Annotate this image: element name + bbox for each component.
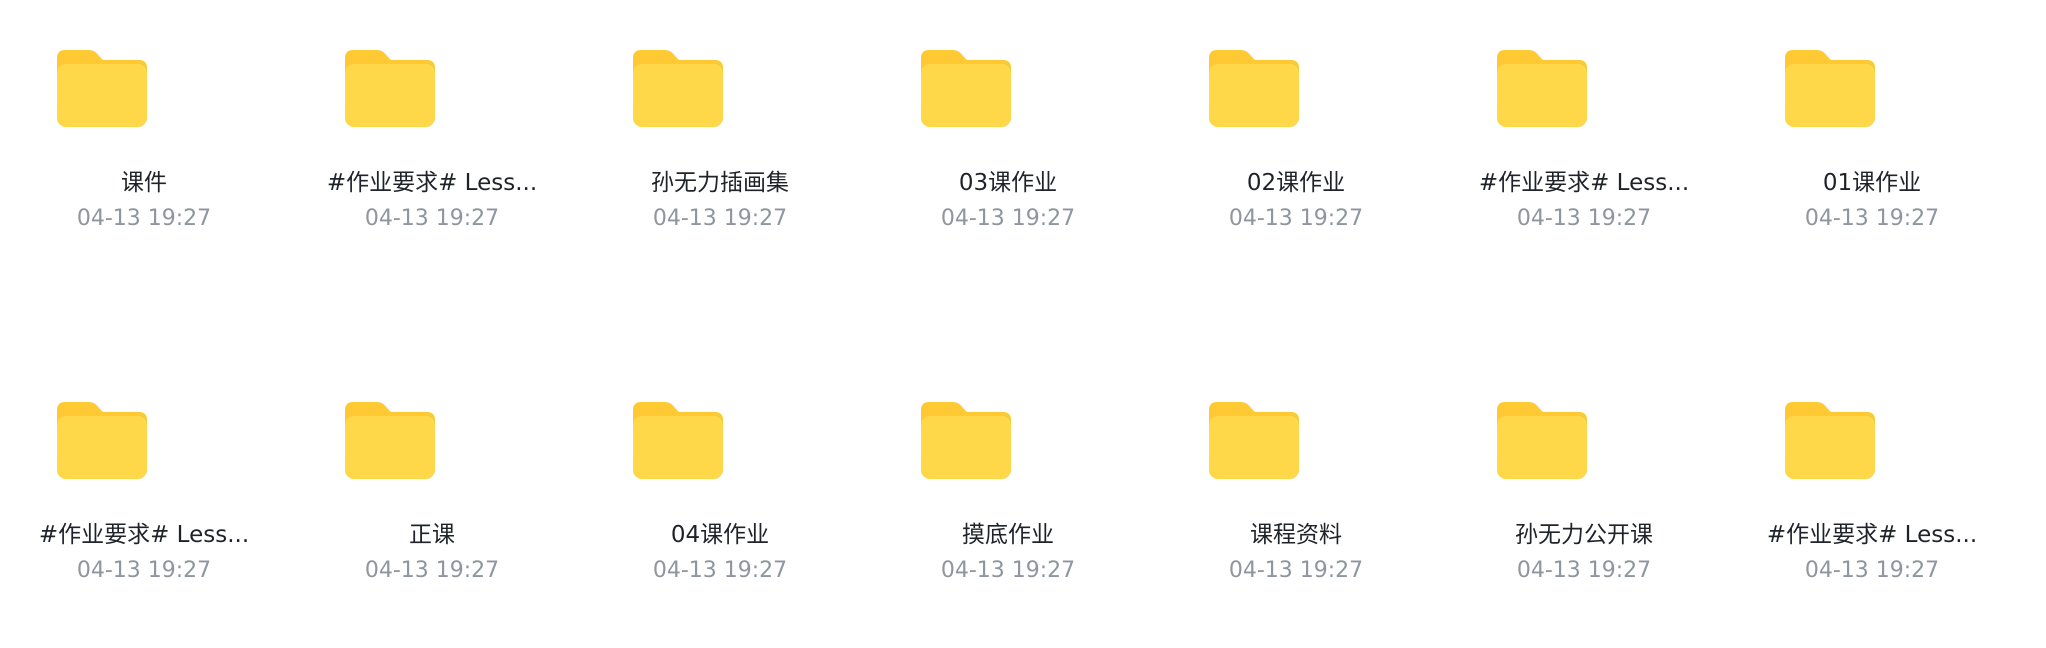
folder-time: 04-13 19:27 bbox=[364, 206, 500, 231]
folder-icon bbox=[57, 400, 147, 480]
folder-time: 04-13 19:27 bbox=[76, 206, 212, 231]
folder-name: 孙无力插画集 bbox=[651, 170, 789, 196]
folder-name: #作业要求# Less... bbox=[38, 522, 250, 548]
folder-name: 课件 bbox=[121, 170, 167, 196]
folder-icon bbox=[921, 400, 1011, 480]
folder-item[interactable]: 01课作业 04-13 19:27 bbox=[1728, 0, 2016, 231]
folder-name: 课程资料 bbox=[1250, 522, 1342, 548]
folder-time: 04-13 19:27 bbox=[652, 206, 788, 231]
folder-icon bbox=[1785, 400, 1875, 480]
folder-name: 02课作业 bbox=[1246, 170, 1346, 196]
folder-icon bbox=[1785, 48, 1875, 128]
folder-name: #作业要求# Less... bbox=[326, 170, 538, 196]
folder-name: 摸底作业 bbox=[962, 522, 1054, 548]
folder-icon bbox=[633, 48, 723, 128]
folder-name: 孙无力公开课 bbox=[1515, 522, 1653, 548]
folder-icon bbox=[921, 48, 1011, 128]
folder-name: #作业要求# Less... bbox=[1766, 522, 1978, 548]
folder-item[interactable]: 摸底作业 04-13 19:27 bbox=[864, 352, 1152, 583]
folder-item[interactable]: 课件 04-13 19:27 bbox=[0, 0, 288, 231]
folder-time: 04-13 19:27 bbox=[1804, 558, 1940, 583]
folder-time: 04-13 19:27 bbox=[1228, 558, 1364, 583]
folder-item[interactable]: #作业要求# Less... 04-13 19:27 bbox=[288, 0, 576, 231]
folder-time: 04-13 19:27 bbox=[940, 558, 1076, 583]
folder-time: 04-13 19:27 bbox=[1516, 206, 1652, 231]
folder-item[interactable]: 04课作业 04-13 19:27 bbox=[576, 352, 864, 583]
folder-item[interactable]: #作业要求# Less... 04-13 19:27 bbox=[1440, 0, 1728, 231]
folder-time: 04-13 19:27 bbox=[940, 206, 1076, 231]
folder-item[interactable]: 正课 04-13 19:27 bbox=[288, 352, 576, 583]
folder-item[interactable]: 孙无力插画集 04-13 19:27 bbox=[576, 0, 864, 231]
folder-icon bbox=[1209, 48, 1299, 128]
folder-icon bbox=[345, 400, 435, 480]
folder-time: 04-13 19:27 bbox=[1804, 206, 1940, 231]
folder-item[interactable]: 课程资料 04-13 19:27 bbox=[1152, 352, 1440, 583]
folder-icon bbox=[1497, 48, 1587, 128]
folder-time: 04-13 19:27 bbox=[364, 558, 500, 583]
folder-icon bbox=[633, 400, 723, 480]
folder-item[interactable]: 03课作业 04-13 19:27 bbox=[864, 0, 1152, 231]
folder-name: 03课作业 bbox=[958, 170, 1058, 196]
folder-item[interactable]: 02课作业 04-13 19:27 bbox=[1152, 0, 1440, 231]
folder-icon bbox=[57, 48, 147, 128]
folder-time: 04-13 19:27 bbox=[1228, 206, 1364, 231]
folder-name: #作业要求# Less... bbox=[1478, 170, 1690, 196]
folder-item[interactable]: #作业要求# Less... 04-13 19:27 bbox=[0, 352, 288, 583]
folder-name: 04课作业 bbox=[670, 522, 770, 548]
folder-grid: 课件 04-13 19:27 #作业要求# Less... 04-13 19:2… bbox=[0, 0, 2046, 648]
folder-time: 04-13 19:27 bbox=[1516, 558, 1652, 583]
folder-icon bbox=[1497, 400, 1587, 480]
folder-icon bbox=[345, 48, 435, 128]
folder-time: 04-13 19:27 bbox=[76, 558, 212, 583]
folder-item[interactable]: 孙无力公开课 04-13 19:27 bbox=[1440, 352, 1728, 583]
folder-icon bbox=[1209, 400, 1299, 480]
folder-name: 正课 bbox=[409, 522, 455, 548]
folder-time: 04-13 19:27 bbox=[652, 558, 788, 583]
folder-name: 01课作业 bbox=[1822, 170, 1922, 196]
folder-item[interactable]: #作业要求# Less... 04-13 19:27 bbox=[1728, 352, 2016, 583]
